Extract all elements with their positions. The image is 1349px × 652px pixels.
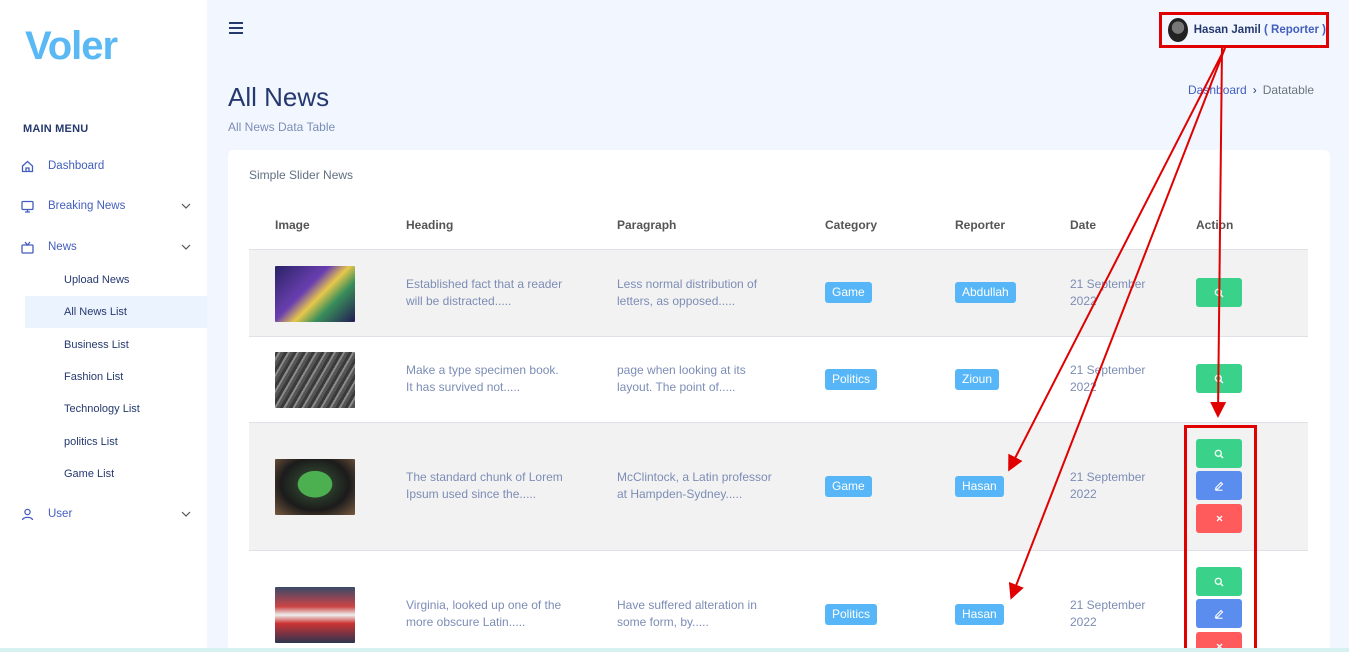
sidebar-subitem-business-list[interactable]: Business List [25, 329, 207, 361]
subitem-label: All News List [64, 306, 127, 318]
sidebar-subitem-all-news-list[interactable]: All News List [25, 296, 207, 328]
sidebar: Voler MAIN MENU Dashboard Breaking News … [0, 0, 207, 652]
sidebar-item-dashboard[interactable]: Dashboard [0, 151, 207, 181]
table-row: Established fact that a reader will be di… [249, 249, 1308, 336]
monitor-icon [20, 199, 34, 213]
protest-crowd-image [275, 587, 355, 643]
table-row: The standard chunk of Lorem Ipsum used si… [249, 422, 1308, 550]
subitem-label: Business List [64, 339, 129, 351]
reporter-badge: Hasan [955, 604, 1004, 625]
row-date: 21 September 2022 [1070, 470, 1146, 501]
sidebar-subitem-technology-list[interactable]: Technology List [25, 393, 207, 425]
subitem-label: Fashion List [64, 371, 124, 383]
search-icon [1214, 288, 1224, 297]
subitem-label: Upload News [64, 274, 130, 286]
card-title: Simple Slider News [249, 168, 354, 182]
sidebar-subitem-game-list[interactable]: Game List [25, 458, 207, 490]
row-heading: The standard chunk of Lorem Ipsum used si… [406, 470, 563, 501]
chevron-down-icon [181, 511, 191, 517]
row-heading: Virginia, looked up one of the more obscu… [406, 598, 562, 629]
reporter-badge: Hasan [955, 476, 1004, 497]
sidebar-subitem-fashion-list[interactable]: Fashion List [25, 361, 207, 393]
user-menu[interactable]: Hasan Jamil ( Reporter ) [1159, 12, 1329, 48]
chevron-down-icon [181, 244, 191, 250]
user-icon [20, 507, 34, 521]
column-header-image: Image [275, 218, 310, 232]
reporter-badge: Zioun [955, 369, 1000, 390]
category-badge: Politics [825, 369, 878, 390]
row-paragraph: McClintock, a Latin professor at Hampden-… [617, 470, 772, 501]
row-heading: Make a type specimen book. It has survive… [406, 363, 559, 394]
row-date: 21 September 2022 [1070, 363, 1146, 394]
breadcrumb-dashboard-link[interactable]: Dashboard [1188, 83, 1247, 97]
column-header-category: Category [825, 218, 878, 232]
category-badge: Game [825, 476, 872, 497]
user-role: ( Reporter ) [1264, 24, 1326, 36]
row-paragraph: Less normal distribution of letters, as o… [617, 277, 758, 308]
subitem-label: politics List [64, 436, 118, 448]
row-paragraph: Have suffered alteration in some form, by… [617, 598, 757, 629]
subitem-label: Technology List [64, 403, 140, 415]
sidebar-item-user[interactable]: User [0, 499, 207, 529]
row-date: 21 September 2022 [1070, 598, 1146, 629]
breadcrumb-separator: › [1252, 83, 1257, 97]
column-header-reporter: Reporter [955, 218, 1006, 232]
reporter-badge: Abdullah [955, 282, 1016, 303]
column-header-heading: Heading [406, 218, 454, 232]
football-tv-image [275, 459, 355, 515]
sidebar-item-breaking-news[interactable]: Breaking News [0, 191, 207, 221]
rain-window-image [275, 352, 355, 408]
row-heading: Established fact that a reader will be di… [406, 277, 563, 308]
breadcrumb-current: Datatable [1262, 83, 1315, 97]
subitem-label: Game List [64, 468, 115, 480]
sidebar-item-news[interactable]: News [0, 232, 207, 262]
phone-game-image [275, 266, 355, 322]
sidebar-subitem-upload-news[interactable]: Upload News [25, 264, 207, 296]
column-header-date: Date [1070, 218, 1097, 232]
user-name: Hasan Jamil [1193, 24, 1261, 36]
footer-divider [0, 648, 1349, 652]
column-header-action: Action [1196, 218, 1234, 232]
table-row: Make a type specimen book. It has survive… [249, 336, 1308, 422]
table-row: Virginia, looked up one of the more obscu… [249, 550, 1308, 652]
sidebar-item-label: Dashboard [48, 160, 105, 172]
home-icon [20, 159, 34, 173]
page-subtitle: All News Data Table [228, 120, 336, 134]
news-table-card: Simple Slider News Image Heading Paragra… [228, 150, 1330, 652]
chevron-down-icon [181, 203, 191, 209]
view-button[interactable] [1196, 278, 1242, 307]
category-badge: Game [825, 282, 872, 303]
user-name-label: Hasan Jamil ( Reporter ) [1194, 24, 1326, 36]
tv-icon [20, 240, 34, 254]
avatar[interactable] [1168, 18, 1188, 42]
page-title: All News [228, 82, 330, 112]
sidebar-item-label: News [48, 241, 77, 253]
sidebar-subitem-politics-list[interactable]: politics List [25, 426, 207, 458]
menu-toggle-icon[interactable] [229, 22, 243, 34]
row-paragraph: page when looking at its layout. The poin… [617, 363, 746, 394]
row-date: 21 September 2022 [1070, 277, 1146, 308]
sidebar-item-label: Breaking News [48, 200, 126, 212]
search-icon [1214, 374, 1224, 383]
category-badge: Politics [825, 604, 878, 625]
brand-logo[interactable]: Voler [25, 24, 118, 69]
main-menu-title: MAIN MENU [23, 123, 89, 135]
column-header-paragraph: Paragraph [617, 218, 677, 232]
annotation-highlight-box [1184, 425, 1257, 652]
breadcrumb: Dashboard › Datatable [1188, 83, 1314, 97]
sidebar-item-label: User [48, 508, 73, 520]
view-button[interactable] [1196, 364, 1242, 393]
